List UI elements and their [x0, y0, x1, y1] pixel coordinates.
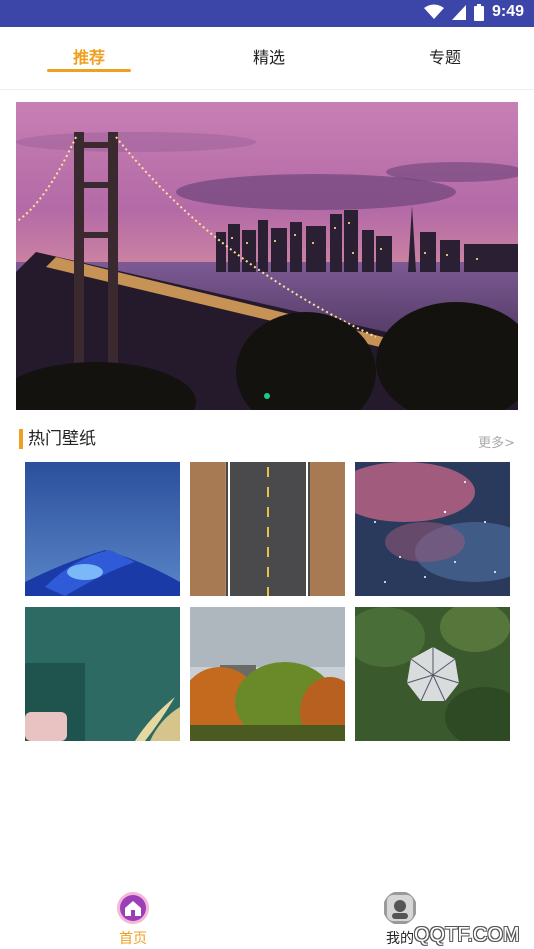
city-bridge-sunset-image [16, 102, 518, 410]
nav-home[interactable]: 首页 [93, 885, 173, 949]
section-accent-bar [19, 429, 23, 449]
tab-topics[interactable]: 专题 [404, 27, 486, 85]
tent-night-image [25, 462, 180, 596]
active-tab-indicator [47, 69, 131, 72]
nebula-image [355, 462, 510, 596]
profile-icon [384, 892, 416, 924]
wifi-icon [423, 4, 444, 19]
wallpaper-thumb-2[interactable] [190, 462, 345, 596]
autumn-trees-image [190, 607, 345, 741]
nav-home-label: 首页 [119, 931, 147, 947]
top-tab-bar: 推荐 精选 专题 [0, 27, 534, 90]
section-title: 热门壁纸 [28, 429, 96, 449]
wallpaper-thumb-6[interactable] [355, 607, 510, 741]
forest-aerial-image [355, 607, 510, 741]
wallpaper-thumb-3[interactable] [355, 462, 510, 596]
hot-wallpapers-header: 热门壁纸 更多> [19, 428, 519, 451]
wallpaper-thumb-5[interactable] [190, 607, 345, 741]
road-image [190, 462, 345, 596]
banner-carousel[interactable] [16, 102, 518, 410]
carousel-indicator-dot [264, 393, 270, 399]
signal-icon [451, 4, 466, 20]
status-time: 9:49 [491, 3, 524, 20]
more-link[interactable]: 更多> [478, 432, 515, 451]
battery-icon [473, 3, 484, 21]
tab-recommend[interactable]: 推荐 [48, 27, 130, 85]
teal-bedroom-image [25, 607, 180, 741]
tab-featured[interactable]: 精选 [228, 27, 310, 85]
status-bar: 9:49 [0, 0, 534, 27]
wallpaper-thumb-4[interactable] [25, 607, 180, 741]
wallpaper-thumb-1[interactable] [25, 462, 180, 596]
watermark: QQTF.COM [414, 924, 520, 946]
home-icon [117, 892, 149, 924]
